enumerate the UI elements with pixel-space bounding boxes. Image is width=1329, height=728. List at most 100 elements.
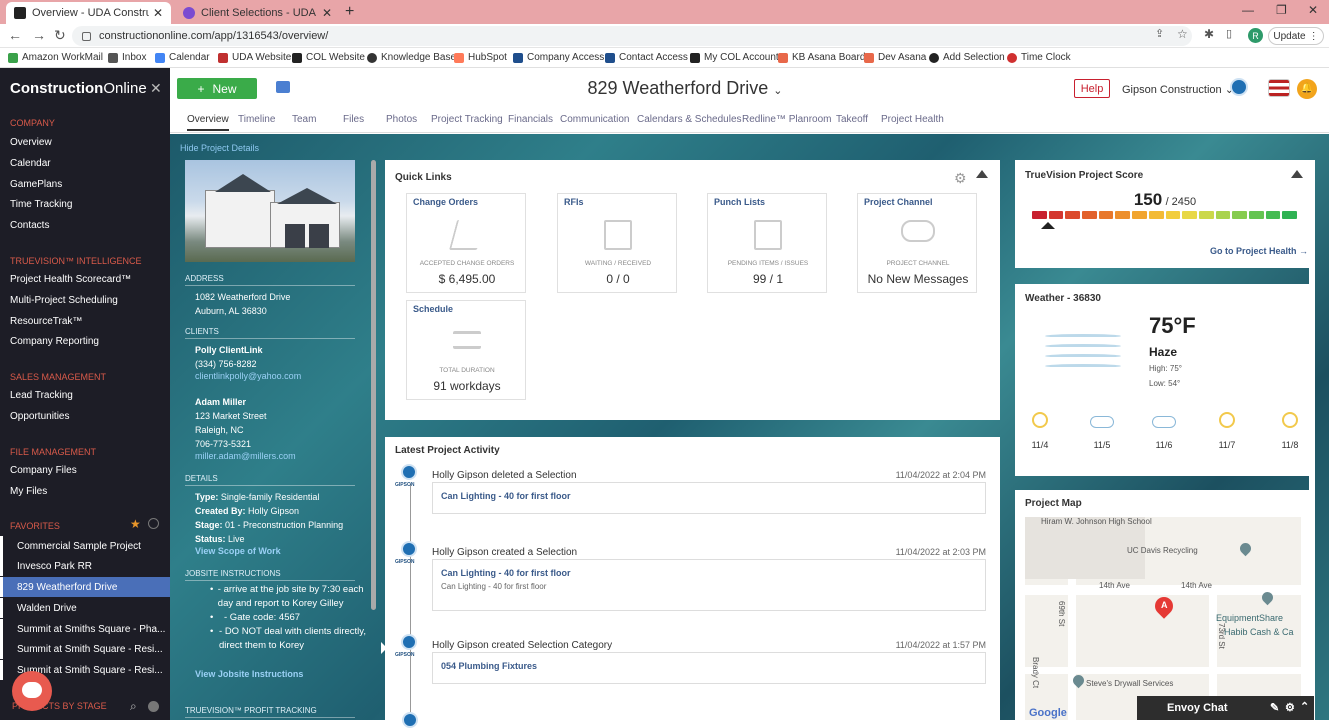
bookmark-item[interactable]: COL Website bbox=[292, 52, 365, 63]
tab-redline-planroom[interactable]: Redline™ Planroom bbox=[742, 114, 832, 125]
tab-financials[interactable]: Financials bbox=[508, 114, 553, 125]
favorite-project-item-selected[interactable]: 829 Weatherford Drive bbox=[0, 577, 170, 597]
bookmark-star-icon[interactable]: ☆ bbox=[1177, 27, 1188, 41]
project-photo[interactable] bbox=[185, 160, 355, 262]
bookmark-item[interactable]: Add Selection bbox=[929, 52, 1005, 63]
envoy-chat-launcher-icon[interactable] bbox=[12, 671, 52, 711]
activity-detail-box[interactable]: Can Lighting - 40 for first floor Can Lig… bbox=[432, 559, 986, 611]
extensions-icon[interactable]: ✱ bbox=[1204, 27, 1214, 41]
client-email-link[interactable]: clientlinkpolly@yahoo.com bbox=[195, 371, 301, 381]
favorite-project-item[interactable]: Summit at Smith Square - Resi... bbox=[0, 639, 170, 659]
quick-link-project-channel[interactable]: Project Channel PROJECT CHANNEL No New M… bbox=[857, 193, 977, 293]
quick-link-schedule[interactable]: Schedule TOTAL DURATION 91 workdays bbox=[406, 300, 526, 400]
activity-detail-box[interactable]: 054 Plumbing Fixtures bbox=[432, 652, 986, 684]
hide-project-details-link[interactable]: Hide Project Details bbox=[180, 143, 259, 153]
bookmark-item[interactable]: Contact Access bbox=[605, 52, 688, 63]
details-scrollbar[interactable] bbox=[371, 160, 376, 610]
project-title[interactable]: 829 Weatherford Drive ⌄ bbox=[560, 78, 810, 99]
close-sidebar-icon[interactable]: ✕ bbox=[150, 80, 162, 97]
install-app-icon[interactable]: ⇪ bbox=[1155, 27, 1164, 40]
back-icon[interactable]: ← bbox=[8, 27, 22, 43]
quick-link-punch-lists[interactable]: Punch Lists PENDING ITEMS / ISSUES 99 / … bbox=[707, 193, 827, 293]
browser-tab-client-selections[interactable]: Client Selections - UDA Construction ✕ bbox=[175, 2, 340, 24]
tab-takeoff[interactable]: Takeoff bbox=[836, 114, 868, 125]
quick-link-rfis[interactable]: RFIs WAITING / RECEIVED 0 / 0 bbox=[557, 193, 677, 293]
close-tab-icon[interactable]: ✕ bbox=[153, 6, 163, 20]
sidebar-item-company-reporting[interactable]: Company Reporting bbox=[10, 336, 99, 347]
forward-icon[interactable]: → bbox=[32, 27, 46, 43]
tab-project-health[interactable]: Project Health bbox=[881, 114, 944, 125]
tab-timeline[interactable]: Timeline bbox=[238, 114, 275, 125]
settings-gear-icon[interactable]: ⚙ bbox=[1285, 701, 1295, 714]
project-map[interactable]: Hiram W. Johnson High School UC Davis Re… bbox=[1025, 517, 1301, 720]
sidebar-item-my-files[interactable]: My Files bbox=[10, 486, 47, 497]
reload-icon[interactable]: ↻ bbox=[54, 27, 66, 44]
maximize-window-icon[interactable]: ❐ bbox=[1276, 3, 1287, 17]
view-jobsite-instructions-link[interactable]: View Jobsite Instructions bbox=[195, 669, 303, 679]
profile-avatar[interactable]: R bbox=[1248, 28, 1263, 43]
tab-calendars-schedules[interactable]: Calendars & Schedules bbox=[637, 114, 742, 125]
favorite-project-item[interactable]: Summit at Smiths Square - Pha... bbox=[0, 619, 170, 639]
sidebar-item-time-tracking[interactable]: Time Tracking bbox=[10, 199, 72, 210]
activity-detail-box[interactable]: Can Lighting - 40 for first floor bbox=[432, 482, 986, 514]
tab-communication[interactable]: Communication bbox=[560, 114, 629, 125]
minimize-window-icon[interactable]: — bbox=[1242, 3, 1254, 17]
envoy-chat-bar[interactable]: Envoy Chat ✎ ⚙ ⌃ bbox=[1137, 696, 1314, 720]
activity-detail-link[interactable]: 054 Plumbing Fixtures bbox=[441, 661, 977, 671]
bookmark-item[interactable]: My COL Account bbox=[690, 52, 779, 63]
tab-overview[interactable]: Overview bbox=[187, 114, 229, 131]
bookmark-item[interactable]: Inbox bbox=[108, 52, 146, 63]
browser-tab-overview[interactable]: Overview - UDA ConstructionOnline ✕ bbox=[6, 2, 171, 24]
collapse-caret-icon[interactable] bbox=[1291, 170, 1303, 178]
bookmark-item[interactable]: KB Asana Board bbox=[778, 52, 865, 63]
bookmark-item[interactable]: Dev Asana bbox=[864, 52, 926, 63]
constructiononline-logo[interactable]: ConstructionOnline bbox=[10, 80, 147, 97]
bookmark-item[interactable]: UDA Website bbox=[218, 52, 291, 63]
bookmark-item[interactable]: Time Clock bbox=[1007, 52, 1071, 63]
bookmark-item[interactable]: HubSpot bbox=[454, 52, 507, 63]
more-options-icon[interactable] bbox=[148, 701, 159, 712]
search-icon[interactable]: ⌕ bbox=[130, 699, 137, 714]
sidebar-item-resourcetrak[interactable]: ResourceTrak™ bbox=[10, 316, 82, 327]
history-icon[interactable] bbox=[148, 518, 159, 529]
activity-detail-link[interactable]: Can Lighting - 40 for first floor bbox=[441, 568, 977, 578]
help-button[interactable]: Help bbox=[1074, 79, 1110, 98]
sidebar-item-contacts[interactable]: Contacts bbox=[10, 220, 49, 231]
tab-project-tracking[interactable]: Project Tracking bbox=[431, 114, 503, 125]
favorite-project-item[interactable]: Commercial Sample Project bbox=[0, 536, 170, 556]
view-scope-of-work-link[interactable]: View Scope of Work bbox=[195, 546, 281, 556]
compose-icon[interactable]: ✎ bbox=[1270, 701, 1279, 714]
company-selector[interactable]: Gipson Construction ⌄ bbox=[1122, 83, 1234, 96]
tab-files[interactable]: Files bbox=[343, 114, 364, 125]
sidebar-item-opportunities[interactable]: Opportunities bbox=[10, 411, 69, 422]
sidebar-item-calendar[interactable]: Calendar bbox=[10, 158, 51, 169]
new-tab-icon[interactable]: + bbox=[345, 3, 354, 21]
close-window-icon[interactable]: ✕ bbox=[1308, 3, 1318, 17]
bookmark-item[interactable]: Amazon WorkMail bbox=[8, 52, 103, 63]
sidebar-item-project-health-scorecard[interactable]: Project Health Scorecard™ bbox=[10, 274, 131, 285]
tab-photos[interactable]: Photos bbox=[386, 114, 417, 125]
favorite-project-item[interactable]: Walden Drive bbox=[0, 598, 170, 618]
quick-link-change-orders[interactable]: Change Orders ACCEPTED CHANGE ORDERS $ 6… bbox=[406, 193, 526, 293]
sidebar-item-lead-tracking[interactable]: Lead Tracking bbox=[10, 390, 73, 401]
client-email-link[interactable]: miller.adam@millers.com bbox=[195, 451, 296, 461]
bookmark-item[interactable]: Company Access bbox=[513, 52, 604, 63]
close-tab-icon[interactable]: ✕ bbox=[322, 6, 332, 20]
new-button[interactable]: + New bbox=[177, 78, 257, 99]
sidebar-item-company-files[interactable]: Company Files bbox=[10, 465, 77, 476]
sidebar-item-gameplans[interactable]: GamePlans bbox=[10, 179, 62, 190]
chat-icon[interactable] bbox=[276, 81, 290, 93]
chevron-up-icon[interactable]: ⌃ bbox=[1300, 700, 1309, 713]
go-to-project-health-link[interactable]: Go to Project Health → bbox=[1210, 246, 1308, 256]
notifications-bell-icon[interactable]: 🔔 bbox=[1297, 79, 1317, 99]
side-panel-icon[interactable]: ▯ bbox=[1226, 27, 1232, 40]
url-field[interactable]: constructiononline.com/app/1316543/overv… bbox=[72, 26, 1192, 46]
activity-detail-link[interactable]: Can Lighting - 40 for first floor bbox=[441, 491, 977, 501]
bookmark-item[interactable]: Calendar bbox=[155, 52, 210, 63]
settings-gear-icon[interactable]: ⚙ bbox=[954, 170, 967, 187]
favorite-project-item[interactable]: Invesco Park RR bbox=[0, 556, 170, 576]
collapse-caret-icon[interactable] bbox=[976, 170, 988, 178]
favorite-star-icon[interactable]: ★ bbox=[130, 517, 141, 531]
update-button[interactable]: Update ⋮ bbox=[1268, 27, 1324, 45]
us-flag-icon[interactable] bbox=[1268, 79, 1290, 97]
